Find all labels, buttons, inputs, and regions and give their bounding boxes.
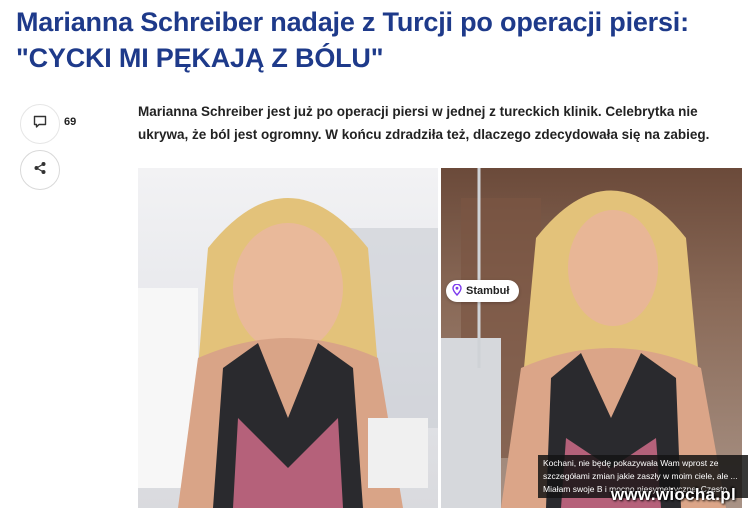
- location-tag-label: Stambuł: [466, 285, 510, 297]
- comments-button[interactable]: [20, 104, 60, 144]
- comment-icon: [32, 114, 48, 135]
- share-icon: [33, 161, 47, 180]
- location-pin-icon: [452, 283, 462, 299]
- share-button[interactable]: [20, 150, 60, 190]
- watermark: www.wiocha.pl: [610, 485, 736, 504]
- article-lead: Marianna Schreiber jest już po operacji …: [138, 104, 710, 142]
- location-tag: Stambuł: [446, 280, 520, 302]
- comment-count: 69: [64, 116, 77, 128]
- article-photo-left: [138, 168, 438, 508]
- article-title: Marianna Schreiber nadaje z Turcji po op…: [16, 7, 689, 73]
